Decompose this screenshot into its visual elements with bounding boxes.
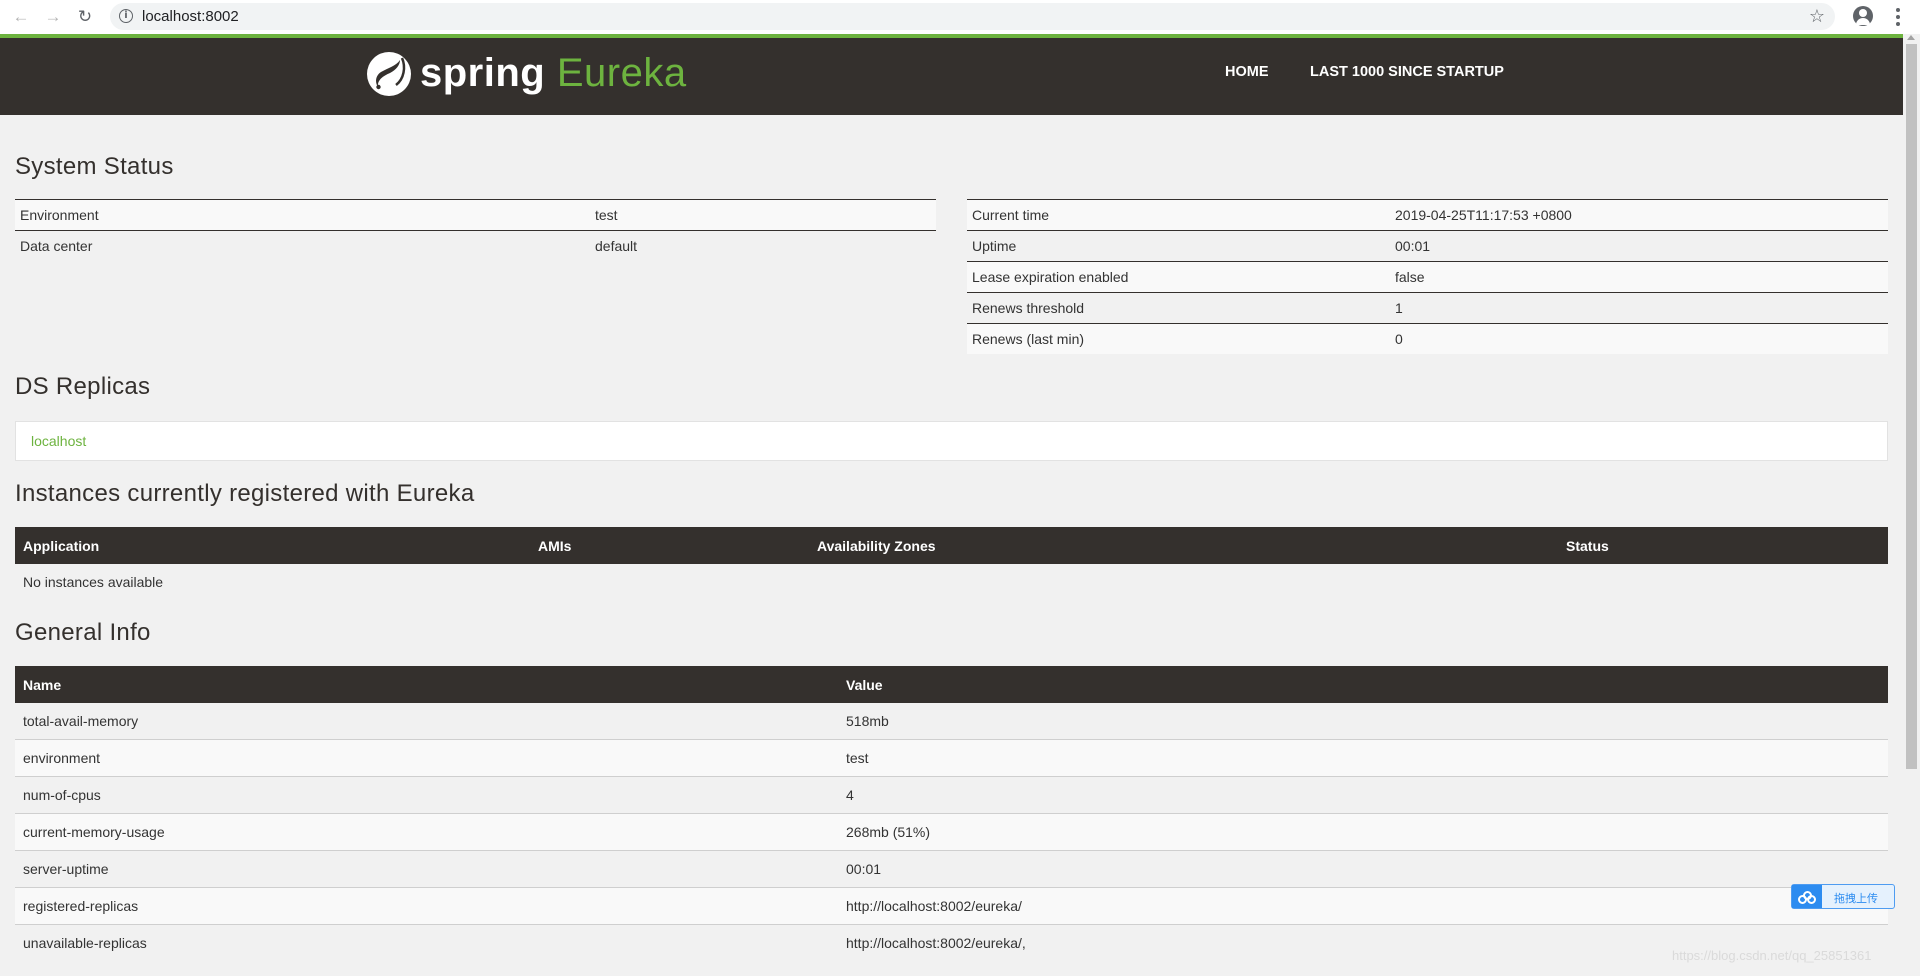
status-value: 2019-04-25T11:17:53 +0800 xyxy=(1390,199,1888,231)
info-name: num-of-cpus xyxy=(15,776,838,814)
reload-icon[interactable]: ↻ xyxy=(74,6,96,28)
replica-link-localhost[interactable]: localhost xyxy=(31,433,86,449)
empty-instances-message: No instances available xyxy=(15,564,1888,600)
status-key: Uptime xyxy=(967,230,1390,262)
column-header-status: Status xyxy=(1558,527,1888,564)
table-row: current-memory-usage 268mb (51%) xyxy=(15,813,1888,851)
info-name: server-uptime xyxy=(15,850,838,888)
table-row: total-avail-memory 518mb xyxy=(15,703,1888,740)
system-status-right-table: Current time 2019-04-25T11:17:53 +0800 U… xyxy=(967,199,1888,354)
info-value: 00:01 xyxy=(838,850,1888,888)
status-value: 1 xyxy=(1390,292,1888,324)
drag-upload-button[interactable]: 拖拽上传 xyxy=(1791,884,1895,909)
info-name: environment xyxy=(15,739,838,777)
status-value: false xyxy=(1390,261,1888,293)
info-name: registered-replicas xyxy=(15,887,838,925)
general-info-heading: General Info xyxy=(15,619,151,646)
scroll-up-arrow-icon[interactable] xyxy=(1907,35,1915,40)
info-value: http://localhost:8002/eureka/ xyxy=(838,887,1888,925)
page-header: spring Eureka HOME LAST 1000 SINCE START… xyxy=(0,34,1903,115)
status-key: Renews (last min) xyxy=(967,323,1390,354)
status-key: Data center xyxy=(15,230,590,261)
table-row: No instances available xyxy=(15,564,1888,600)
logo-spring-text: spring xyxy=(420,51,546,95)
column-header-availability-zones: Availability Zones xyxy=(809,527,1558,564)
status-key: Current time xyxy=(967,199,1390,231)
logo-eureka-text: Eureka xyxy=(556,51,687,95)
general-info-table: Name Value total-avail-memory 518mb envi… xyxy=(15,666,1888,961)
table-header-row: Application AMIs Availability Zones Stat… xyxy=(15,527,1888,564)
address-bar[interactable]: i localhost:8002 ☆ xyxy=(110,3,1835,30)
nav-last-1000-link[interactable]: LAST 1000 SINCE STARTUP xyxy=(1310,64,1504,80)
table-row: environment test xyxy=(15,739,1888,777)
info-value: test xyxy=(838,739,1888,777)
table-row: Renews (last min) 0 xyxy=(967,323,1888,354)
info-value: 268mb (51%) xyxy=(838,813,1888,851)
watermark-text: https://blog.csdn.net/qq_25851361 xyxy=(1672,948,1872,963)
column-header-name: Name xyxy=(15,666,838,703)
browser-toolbar: ← → ↻ i localhost:8002 ☆ xyxy=(0,0,1920,35)
back-arrow-icon[interactable]: ← xyxy=(10,6,32,28)
info-name: unavailable-replicas xyxy=(15,924,838,961)
brand-logo-text[interactable]: spring Eureka xyxy=(420,48,687,98)
nav-home-link[interactable]: HOME xyxy=(1225,64,1269,80)
browser-menu-icon[interactable] xyxy=(1888,6,1908,28)
table-row: unavailable-replicas http://localhost:80… xyxy=(15,924,1888,961)
column-header-application: Application xyxy=(15,527,530,564)
status-value: test xyxy=(590,199,936,231)
system-status-heading: System Status xyxy=(15,153,174,180)
table-row: server-uptime 00:01 xyxy=(15,850,1888,888)
ds-replicas-list: localhost xyxy=(15,421,1888,461)
spring-leaf-logo-icon[interactable] xyxy=(366,51,412,97)
table-row: registered-replicas http://localhost:800… xyxy=(15,887,1888,925)
ds-replicas-heading: DS Replicas xyxy=(15,373,151,400)
instances-heading: Instances currently registered with Eure… xyxy=(15,480,475,507)
column-header-amis: AMIs xyxy=(530,527,809,564)
info-value: 518mb xyxy=(838,703,1888,740)
table-row: num-of-cpus 4 xyxy=(15,776,1888,814)
status-key: Lease expiration enabled xyxy=(967,261,1390,293)
table-row: Lease expiration enabled false xyxy=(967,261,1888,293)
table-header-row: Name Value xyxy=(15,666,1888,703)
instances-table: Application AMIs Availability Zones Stat… xyxy=(15,527,1888,600)
status-value: 00:01 xyxy=(1390,230,1888,262)
profile-avatar-icon[interactable] xyxy=(1853,6,1873,26)
page-scrollbar[interactable] xyxy=(1903,34,1920,976)
info-name: total-avail-memory xyxy=(15,703,838,740)
table-row: Current time 2019-04-25T11:17:53 +0800 xyxy=(967,199,1888,231)
status-key: Renews threshold xyxy=(967,292,1390,324)
status-value: default xyxy=(590,230,936,261)
info-value: 4 xyxy=(838,776,1888,814)
url-text[interactable]: localhost:8002 xyxy=(142,8,239,25)
system-status-left-table: Environment test Data center default xyxy=(15,199,936,261)
status-value: 0 xyxy=(1390,323,1888,354)
table-row: Renews threshold 1 xyxy=(967,292,1888,324)
site-info-icon[interactable]: i xyxy=(119,9,133,23)
table-row: Environment test xyxy=(15,199,936,231)
table-row: Data center default xyxy=(15,230,936,261)
column-header-value: Value xyxy=(838,666,1888,703)
bookmark-star-icon[interactable]: ☆ xyxy=(1809,6,1825,27)
table-row: Uptime 00:01 xyxy=(967,230,1888,262)
forward-arrow-icon[interactable]: → xyxy=(42,6,64,28)
status-key: Environment xyxy=(15,199,590,231)
scrollbar-thumb[interactable] xyxy=(1906,44,1917,769)
upload-label: 拖拽上传 xyxy=(1834,893,1878,905)
cloud-upload-icon xyxy=(1792,885,1822,908)
info-name: current-memory-usage xyxy=(15,813,838,851)
